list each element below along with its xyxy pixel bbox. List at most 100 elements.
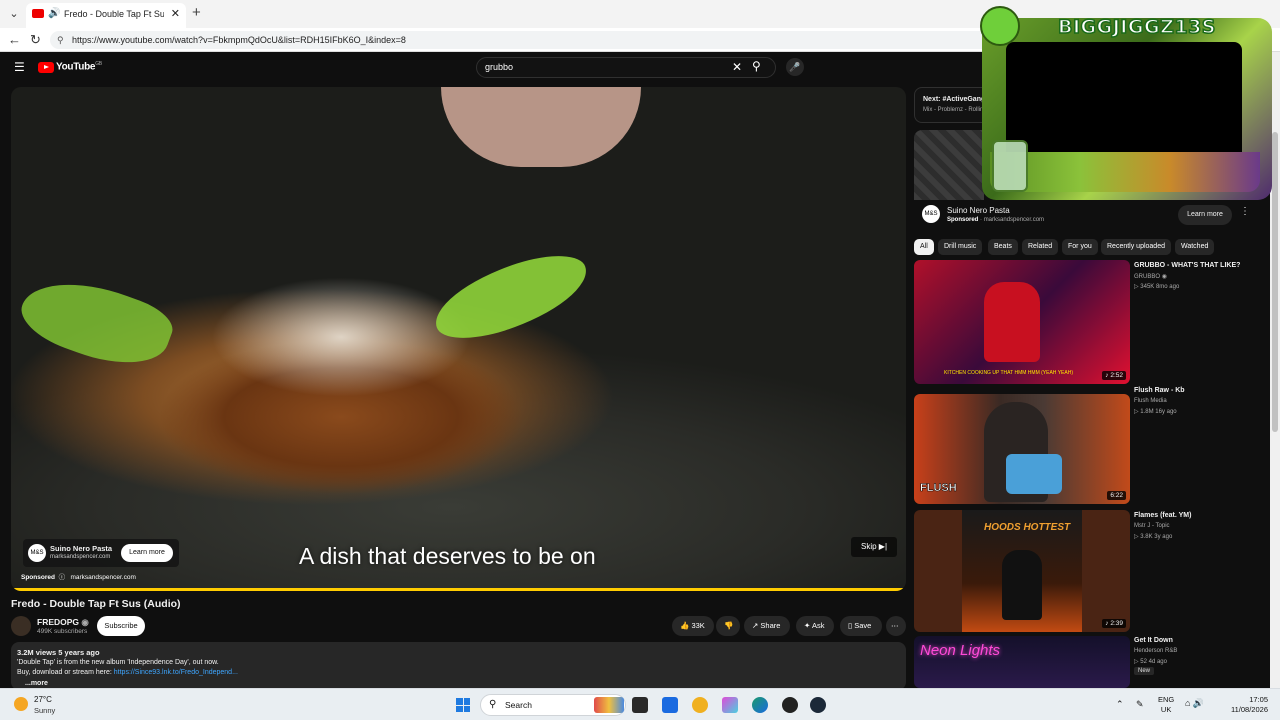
more-actions-icon[interactable]: ⋯ <box>886 616 906 636</box>
video-channel[interactable]: Mstr J - Topic <box>1134 523 1170 529</box>
search-input[interactable]: grubbo <box>476 57 776 78</box>
skip-ad-button[interactable]: Skip ▶| <box>851 537 897 557</box>
back-icon[interactable]: ← <box>8 32 21 47</box>
like-button[interactable]: 👍 33K <box>672 616 714 636</box>
thumbnail-shirt <box>1006 454 1062 494</box>
ad-card[interactable]: M&S Suino Nero Pasta marksandspencer.com… <box>23 539 179 567</box>
ask-button[interactable]: ✦ Ask <box>796 616 834 636</box>
chip-drill-music[interactable]: Drill music <box>938 239 983 255</box>
video-channel[interactable]: GRUBBO ◉ <box>1134 273 1167 280</box>
browser-tab[interactable]: 🔊 Fredo - Double Tap Ft Sus (Au ✕ <box>26 3 186 28</box>
search-highlight-icon <box>594 697 624 713</box>
channel-name[interactable]: FREDOPG ◉ <box>37 617 89 628</box>
sidebar-ad-image[interactable] <box>914 130 984 200</box>
video-player[interactable]: A dish that deserves to be on M&S Suino … <box>11 87 906 591</box>
video-channel[interactable]: Flush Media <box>1134 398 1167 404</box>
bookmark-icon: ▯ <box>848 621 853 630</box>
show-more-link[interactable]: ...more <box>25 680 48 687</box>
stream-overlay-frame: BIGGJIGGZ13S <box>978 2 1280 208</box>
food-image <box>211 277 471 397</box>
search-icon[interactable]: ⚲ <box>752 59 761 73</box>
basil-leaf-image <box>13 263 179 381</box>
clear-search-icon[interactable]: ✕ <box>732 60 742 74</box>
video-title[interactable]: GRUBBO - WHAT'S THAT LIKE? <box>1134 262 1264 269</box>
windows-start-icon[interactable] <box>456 698 470 712</box>
chip-all[interactable]: All <box>914 239 934 255</box>
overlay-bottom-art <box>990 152 1260 192</box>
thumbnail-text: Neon Lights <box>920 642 1001 659</box>
sponsored-label: Sponsored <box>21 574 55 581</box>
tab-list-chevron-icon[interactable]: ⌄ <box>6 6 22 22</box>
reload-icon[interactable]: ↻ <box>30 32 41 48</box>
video-channel[interactable]: Henderson R&B <box>1134 648 1177 654</box>
notifications-icon[interactable] <box>692 697 708 713</box>
verified-icon: ◉ <box>1161 274 1167 280</box>
overlay-title: BIGGJIGGZ13S <box>1057 15 1216 39</box>
ad-progress-bar[interactable] <box>11 588 906 591</box>
youtube-logo-text[interactable]: YouTubeGB <box>56 61 102 72</box>
network-volume-icon[interactable]: ⌂ 🔊 <box>1185 698 1204 709</box>
verified-icon: ◉ <box>81 617 89 627</box>
dislike-button[interactable]: 👎 <box>716 616 740 636</box>
video-thumbnail[interactable]: FLUSH 6:22 <box>914 394 1130 504</box>
weather-desc[interactable]: Sunny <box>34 706 55 715</box>
thumbs-up-icon: 👍 <box>680 621 690 630</box>
video-thumbnail[interactable]: KITCHEN COOKING UP THAT HMM HMM (YEAH YE… <box>914 260 1130 384</box>
audio-playing-icon[interactable]: 🔊 <box>48 3 60 25</box>
youtube-favicon-icon <box>32 9 44 18</box>
sun-icon[interactable] <box>14 697 28 711</box>
video-title[interactable]: Flames (feat. YM) <box>1134 512 1264 519</box>
show-hidden-icons-icon[interactable]: ⌃ ✎ <box>1116 699 1144 710</box>
microphone-icon[interactable]: 🎤 <box>786 58 804 76</box>
description-link[interactable]: https://Since93.lnk.to/Fredo_Independ... <box>114 669 238 676</box>
video-thumbnail[interactable]: Neon Lights <box>914 636 1130 688</box>
weather-temp[interactable]: 27°C <box>34 695 52 704</box>
ad-learn-more-button[interactable]: Learn more <box>121 544 173 562</box>
video-meta: ▷ 3.8K 3y ago <box>1134 534 1173 540</box>
copilot-icon[interactable] <box>722 697 738 713</box>
ad-sponsored-line: Sponsored ⓘ marksandspencer.com <box>21 574 136 581</box>
video-duration: 6:22 <box>1107 491 1126 500</box>
video-thumbnail[interactable]: HOODS HOTTEST ♪ 2:39 <box>914 510 1130 632</box>
subscribe-button[interactable]: Subscribe <box>97 616 145 636</box>
subscriber-count: 499K subscribers <box>37 628 88 635</box>
jar-icon <box>992 140 1028 192</box>
url-field[interactable]: ⚲ https://www.youtube.com/watch?v=Fbkmpm… <box>50 31 990 49</box>
description-line: Buy, download or stream here: https://Si… <box>17 669 238 676</box>
share-button[interactable]: ↗ Share <box>744 616 790 636</box>
pen-icon[interactable]: ✎ <box>1136 699 1144 709</box>
chip-recently-uploaded[interactable]: Recently uploaded <box>1101 239 1171 255</box>
description-box[interactable]: 3.2M views 5 years ago 'Double Tap' is f… <box>11 642 906 690</box>
steam-icon[interactable] <box>810 697 826 713</box>
new-badge: New <box>1134 667 1155 675</box>
chip-watched[interactable]: Watched <box>1175 239 1215 255</box>
chip-for-you[interactable]: For you <box>1062 239 1098 255</box>
ad-domain-link[interactable]: marksandspencer.com <box>70 574 135 581</box>
advertiser-logo: M&S <box>922 205 940 223</box>
chip-related[interactable]: Related <box>1022 239 1059 255</box>
url-text: https://www.youtube.com/watch?v=FbkmpmQd… <box>72 35 406 45</box>
language-indicator[interactable]: ENG UK <box>1158 695 1174 715</box>
thumbnail-figure <box>984 282 1040 362</box>
video-title[interactable]: Flush Raw - Kb <box>1134 387 1264 394</box>
site-info-icon[interactable]: ⚲ <box>57 31 64 49</box>
thumbs-down-icon: 👎 <box>724 621 734 630</box>
sidebar-learn-more-button[interactable]: Learn more <box>1178 205 1232 225</box>
channel-avatar[interactable] <box>11 616 31 636</box>
store-icon[interactable] <box>662 697 678 713</box>
chip-beats[interactable]: Beats <box>988 239 1018 255</box>
edge-browser-icon[interactable] <box>752 697 768 713</box>
video-meta: ▷ 52 4d ago <box>1134 659 1167 665</box>
youtube-logo-icon[interactable] <box>38 62 54 73</box>
save-button[interactable]: ▯ Save <box>840 616 882 636</box>
task-view-icon[interactable] <box>632 697 648 713</box>
hamburger-menu-icon[interactable]: ☰ <box>14 60 25 74</box>
thumbnail-figure <box>1002 550 1042 620</box>
views-date: 3.2M views 5 years ago <box>17 648 100 657</box>
app-icon[interactable] <box>782 697 798 713</box>
new-tab-icon[interactable]: + <box>192 4 201 21</box>
search-icon: ⚲ <box>489 699 497 710</box>
close-tab-icon[interactable]: ✕ <box>171 3 180 25</box>
video-title[interactable]: Get It Down <box>1134 637 1264 644</box>
system-clock[interactable]: 17:05 11/08/2026 <box>1224 695 1268 715</box>
